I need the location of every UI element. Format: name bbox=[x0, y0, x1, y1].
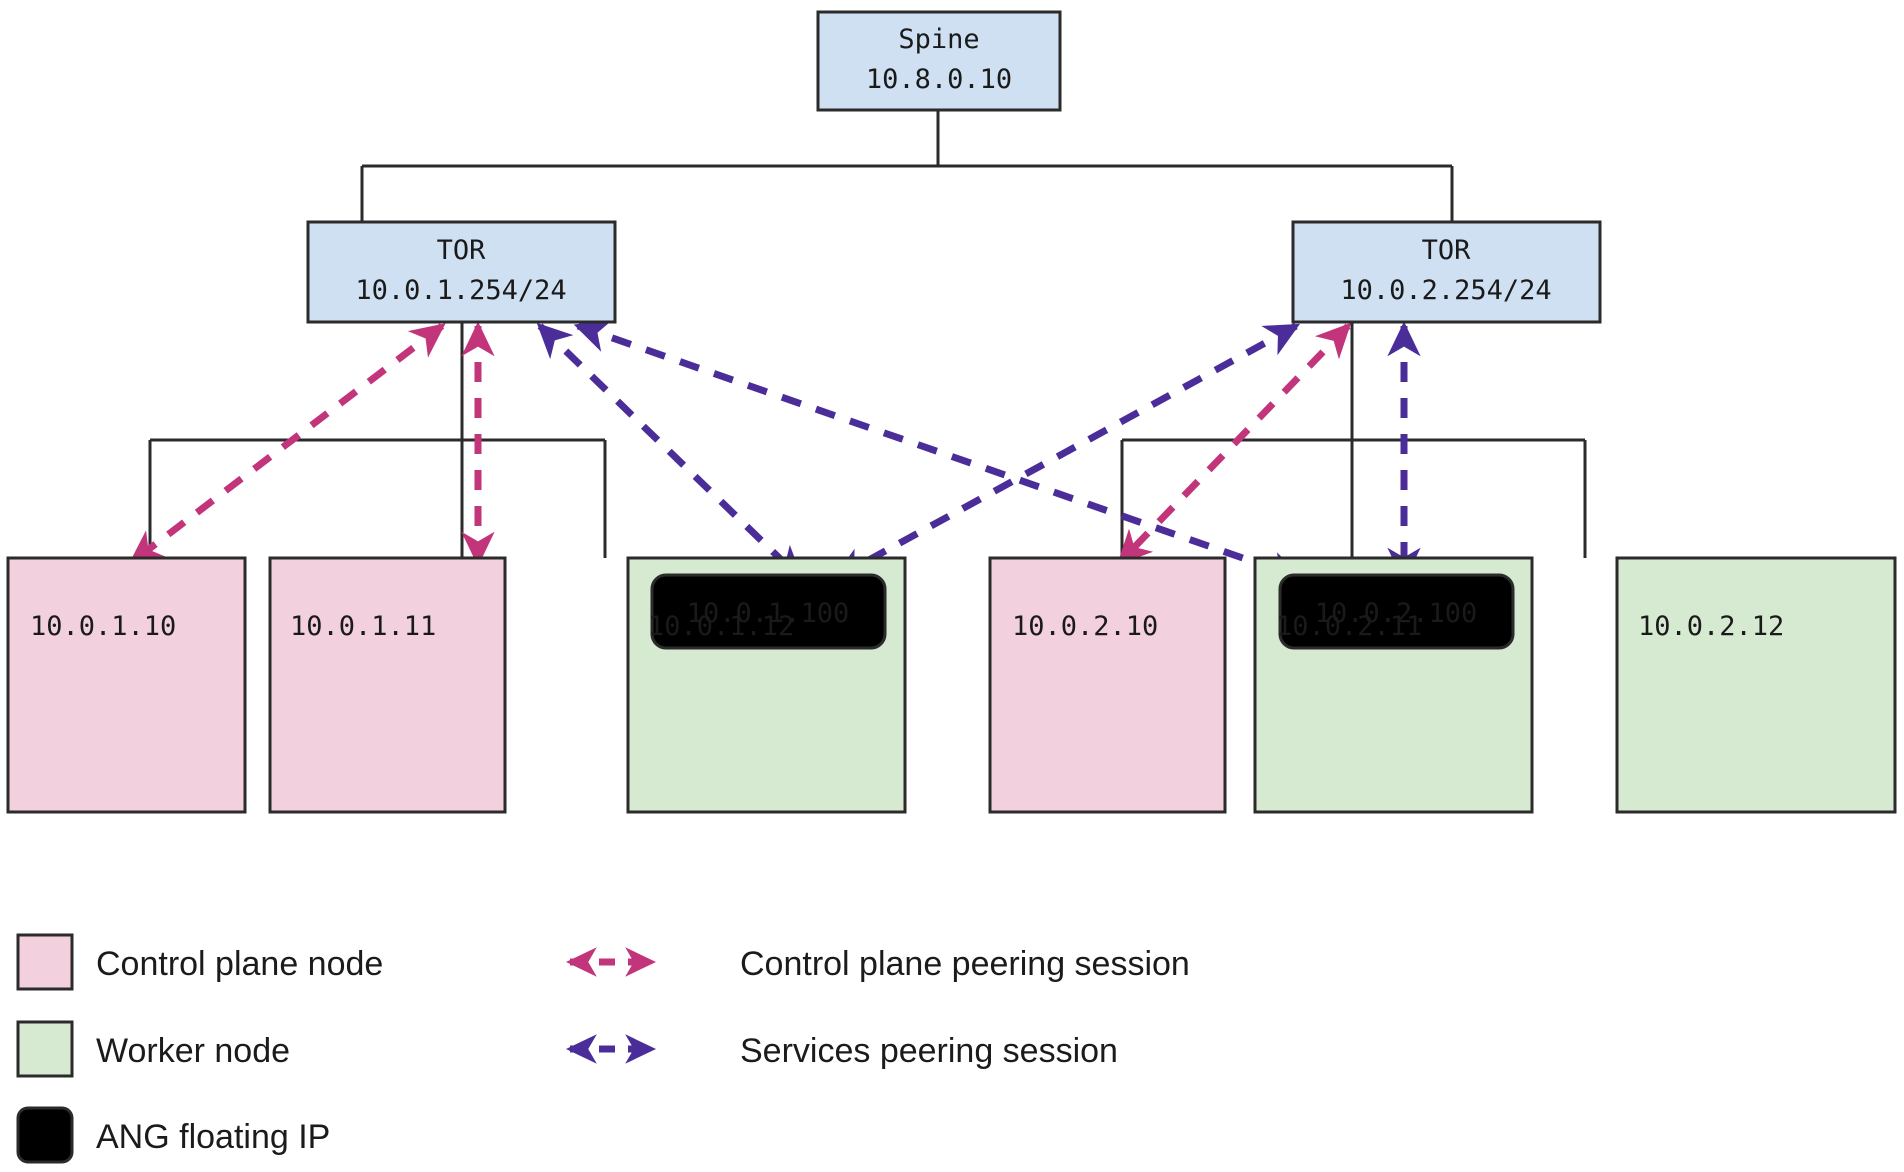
cluster-node-3[interactable]: 10.0.1.100 10.0.1.12 bbox=[626, 556, 907, 814]
control-plane-peering-tor2-node4 bbox=[1116, 322, 1352, 566]
node-3-address-label: 10.0.1.12 bbox=[648, 611, 794, 642]
node-5-address-label: 10.0.2.11 bbox=[1276, 611, 1422, 642]
node-4-box bbox=[988, 556, 1227, 814]
cluster-node-5[interactable]: 10.0.2.100 10.0.2.11 bbox=[1253, 556, 1534, 814]
tor-switch-2[interactable]: TOR 10.0.2.254/24 bbox=[1291, 220, 1602, 324]
legend-label-services-peering: Services peering session bbox=[740, 1032, 1118, 1070]
node-2-address-label: 10.0.1.11 bbox=[290, 611, 436, 642]
node-4-address-label: 10.0.2.10 bbox=[1012, 611, 1158, 642]
node-2-box bbox=[268, 556, 507, 814]
cluster-node-4[interactable]: 10.0.2.10 bbox=[988, 556, 1227, 814]
tor2-role-label: TOR bbox=[1422, 235, 1472, 266]
services-peering-tor2-node3 bbox=[832, 322, 1300, 582]
legend-line-control-plane-peering: Control plane peering session bbox=[565, 945, 1190, 983]
cluster-node-1[interactable]: 10.0.1.10 bbox=[6, 556, 247, 814]
legend-label-control-plane-node: Control plane node bbox=[96, 945, 383, 983]
node-1-box bbox=[6, 556, 247, 814]
node-1-address-label: 10.0.1.10 bbox=[30, 611, 176, 642]
legend-swatch-worker: Worker node bbox=[16, 1020, 290, 1078]
legend-label-worker-node: Worker node bbox=[96, 1032, 290, 1070]
cluster-node-2[interactable]: 10.0.1.11 bbox=[268, 556, 507, 814]
spine-role-label: Spine bbox=[898, 24, 979, 55]
cluster-node-6[interactable]: 10.0.2.12 bbox=[1615, 556, 1897, 814]
spine-switch-node[interactable]: Spine 10.8.0.10 bbox=[816, 10, 1062, 112]
tor1-address-label: 10.0.1.254/24 bbox=[355, 275, 566, 306]
tor2-address-label: 10.0.2.254/24 bbox=[1340, 275, 1551, 306]
services-peering-tor1-node3 bbox=[536, 322, 804, 582]
control-plane-peering-tor1-node1 bbox=[128, 323, 446, 565]
legend-label-control-plane-peering: Control plane peering session bbox=[740, 945, 1190, 983]
control-plane-node-swatch-icon bbox=[16, 933, 74, 991]
legend-label-ang-floating-ip: ANG floating IP bbox=[96, 1118, 330, 1156]
legend-swatch-control-plane: Control plane node bbox=[16, 933, 383, 991]
network-topology-diagram: Spine 10.8.0.10 TOR 10.0.1.254/24 TOR 10… bbox=[0, 0, 1904, 1172]
node-6-box bbox=[1615, 556, 1897, 814]
diagram-canvas: Spine 10.8.0.10 TOR 10.0.1.254/24 TOR 10… bbox=[6, 10, 1897, 1164]
spine-address-label: 10.8.0.10 bbox=[866, 64, 1012, 95]
peering-sessions bbox=[128, 320, 1421, 584]
ang-floating-ip-swatch-icon bbox=[16, 1106, 74, 1164]
tor1-role-label: TOR bbox=[437, 235, 487, 266]
services-peering-tor1-node5 bbox=[573, 320, 1305, 584]
legend-swatch-floating-ip: ANG floating IP bbox=[16, 1106, 330, 1164]
node-6-address-label: 10.0.2.12 bbox=[1638, 611, 1784, 642]
tree-connectors bbox=[148, 110, 1587, 558]
legend-line-services-peering: Services peering session bbox=[565, 1032, 1118, 1070]
worker-node-swatch-icon bbox=[16, 1020, 74, 1078]
tor-switch-1[interactable]: TOR 10.0.1.254/24 bbox=[306, 220, 617, 324]
